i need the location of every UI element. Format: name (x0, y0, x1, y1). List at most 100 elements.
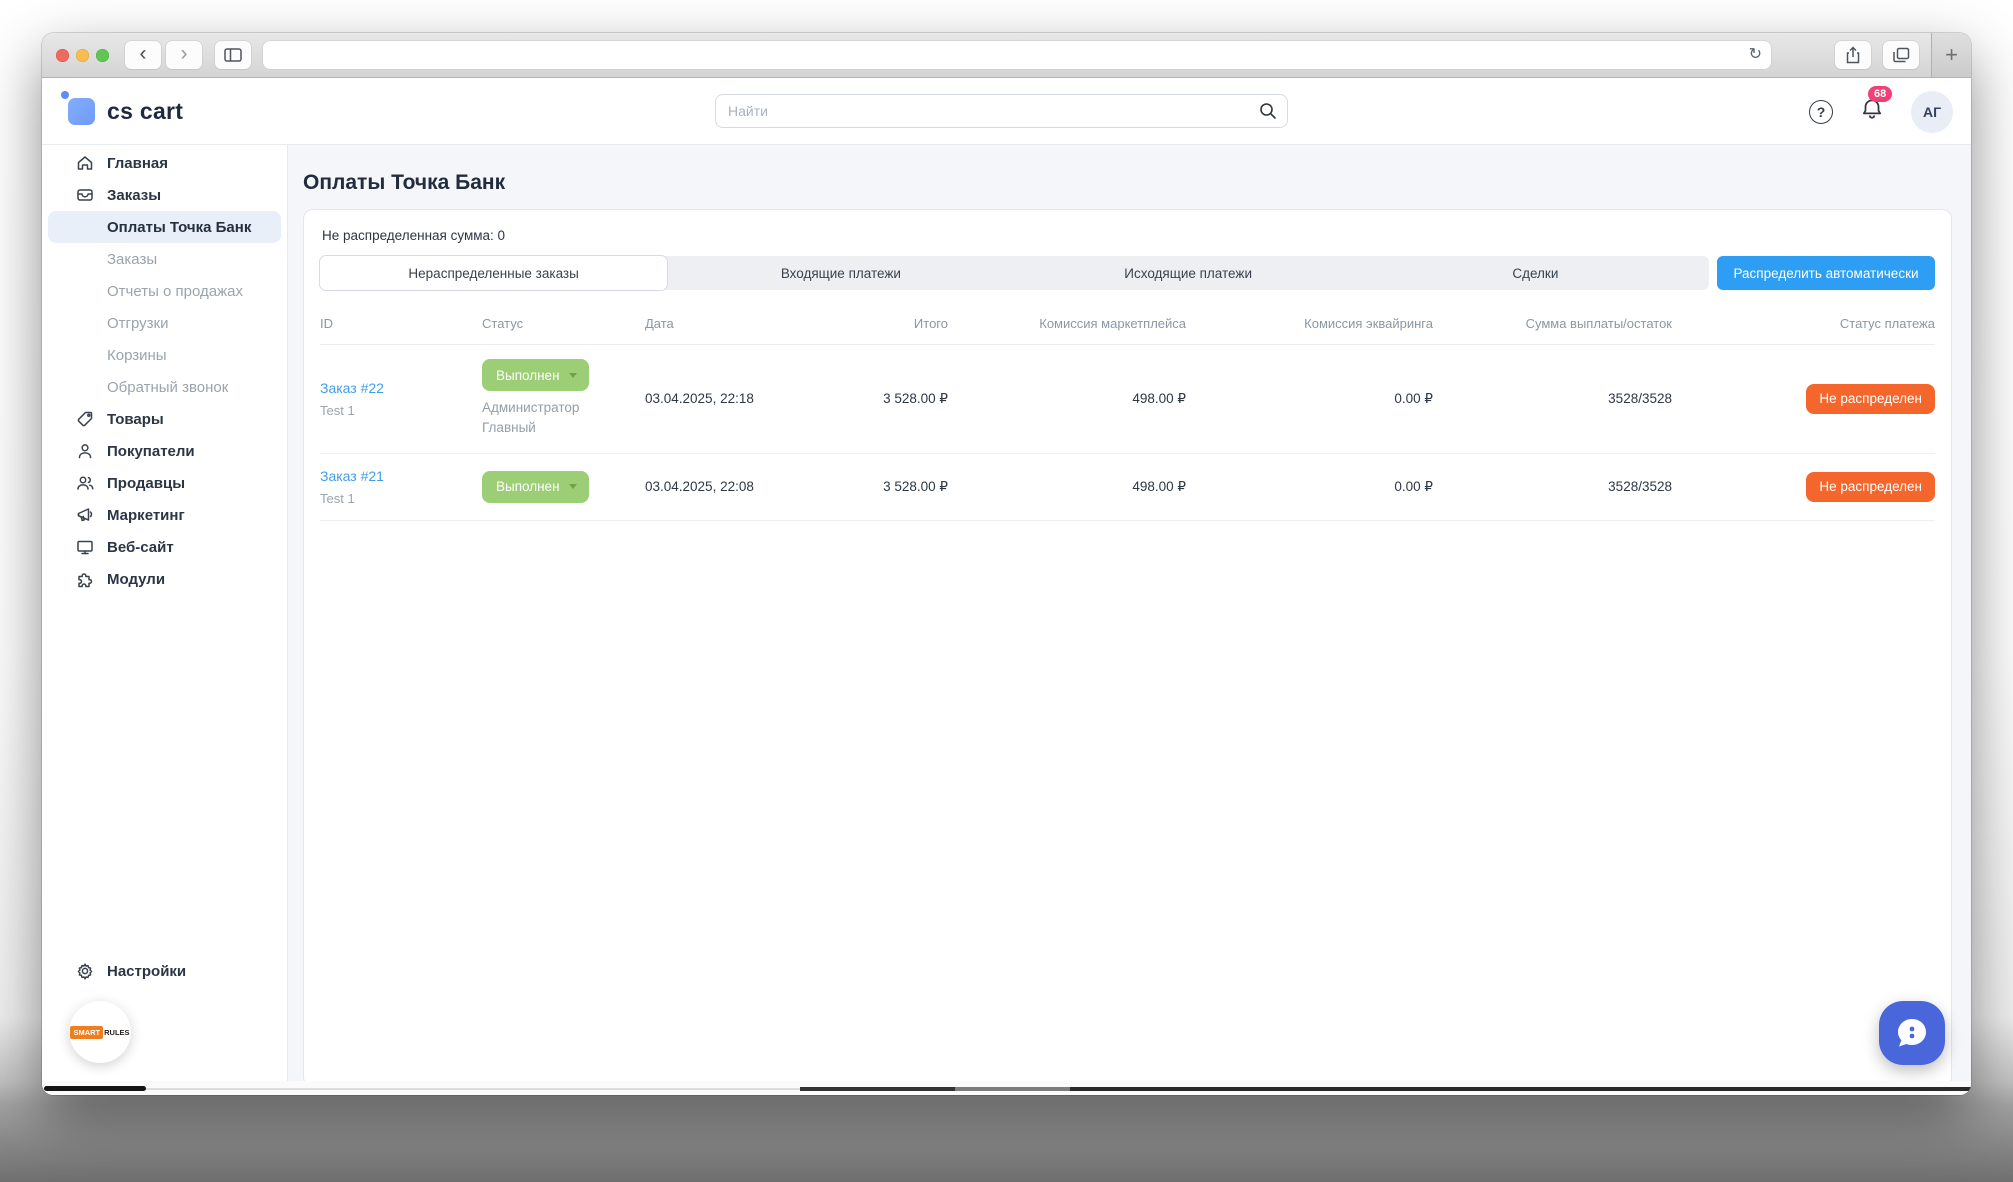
cs-cart-logo[interactable]: cs cart (68, 98, 183, 125)
chevron-right-icon: › (181, 43, 188, 64)
browser-titlebar: ‹ › ↻ + (42, 33, 1971, 78)
tabs-overview-button[interactable] (1883, 41, 1919, 69)
page-title: Оплаты Точка Банк (303, 171, 1952, 195)
avatar[interactable]: АГ (1911, 91, 1953, 133)
horizontal-scrollbar-thumb[interactable] (44, 1086, 146, 1091)
marketplace-fee: 498.00 ₽ (948, 453, 1186, 520)
smartrules-logo[interactable]: SMART RULES (69, 1001, 131, 1063)
customer-name: Test 1 (320, 403, 482, 418)
minimize-window-button[interactable] (76, 49, 89, 62)
column-header-payment-status: Статус платежа (1672, 310, 1935, 345)
tab-deals[interactable]: Сделки (1362, 256, 1709, 290)
puzzle-icon (75, 569, 95, 589)
sidebar-item-callback[interactable]: Обратный звонок (42, 371, 287, 403)
megaphone-icon (75, 505, 95, 525)
chevron-left-icon: ‹ (140, 43, 147, 64)
order-link[interactable]: Заказ #22 (320, 380, 384, 396)
tabs-icon (1893, 47, 1910, 63)
global-search (715, 94, 1288, 128)
smartrules-logo-smart: SMART (70, 1026, 103, 1039)
sidebar-item-customers[interactable]: Покупатели (42, 435, 287, 467)
plus-icon: + (1945, 42, 1958, 68)
window-controls (56, 49, 109, 62)
sidebar-panel-icon (224, 48, 242, 62)
sidebar-item-shipments[interactable]: Отгрузки (42, 307, 287, 339)
sidebar-item-orders[interactable]: Заказы (42, 179, 287, 211)
column-header-id: ID (320, 310, 482, 345)
tab-outgoing-payments[interactable]: Исходящие платежи (1015, 256, 1362, 290)
forward-button[interactable]: › (166, 41, 202, 69)
sidebar-item-settings[interactable]: Настройки (42, 955, 287, 987)
order-date: 03.04.2025, 22:18 (645, 345, 823, 454)
controls-row: Нераспределенные заказы Входящие платежи… (320, 256, 1935, 290)
sidebar-item-carts[interactable]: Корзины (42, 339, 287, 371)
new-tab-button[interactable]: + (1931, 33, 1971, 77)
column-header-status: Статус (482, 310, 645, 345)
column-header-payout-balance: Сумма выплаты/остаток (1433, 310, 1672, 345)
column-header-acquiring-fee: Комиссия эквайринга (1186, 310, 1433, 345)
sidebar: Главная Заказы Оплаты Точка Банк Заказы … (42, 145, 288, 1081)
back-button[interactable]: ‹ (125, 41, 161, 69)
sidebar-item-modules[interactable]: Модули (42, 563, 287, 595)
cs-cart-app: cs cart ? 68 АГ Главная (42, 78, 1971, 1081)
tab-unallocated-orders[interactable]: Нераспределенные заказы (320, 256, 667, 290)
close-window-button[interactable] (56, 49, 69, 62)
sidebar-item-sales-reports[interactable]: Отчеты о продажах (42, 275, 287, 307)
sidebar-item-marketing[interactable]: Маркетинг (42, 499, 287, 531)
search-input[interactable] (715, 94, 1288, 128)
gear-icon (75, 961, 95, 981)
sidebar-item-products[interactable]: Товары (42, 403, 287, 435)
caret-down-icon (569, 484, 577, 489)
address-bar[interactable]: ↻ (263, 41, 1771, 69)
column-header-marketplace-fee: Комиссия маркетплейса (948, 310, 1186, 345)
table-row: Заказ #21 Test 1 Выполнен 03.04.2025 (320, 453, 1935, 520)
share-button[interactable] (1835, 41, 1871, 69)
reload-icon[interactable]: ↻ (1749, 44, 1762, 64)
zoom-window-button[interactable] (96, 49, 109, 62)
home-icon (75, 153, 95, 173)
tag-icon (75, 409, 95, 429)
sidebar-item-website[interactable]: Веб-сайт (42, 531, 287, 563)
sidebar-item-home[interactable]: Главная (42, 147, 287, 179)
payment-status-badge[interactable]: Не распределен (1806, 384, 1935, 414)
app-header: cs cart ? 68 АГ (42, 78, 1971, 145)
table-row: Заказ #22 Test 1 Выполнен Администратор … (320, 345, 1935, 454)
sidebar-toggle-button[interactable] (215, 41, 251, 69)
toolbar-right (1835, 41, 1919, 69)
payout-balance: 3528/3528 (1433, 345, 1672, 454)
sidebar-item-tochka-bank-payments[interactable]: Оплаты Точка Банк (48, 211, 281, 243)
caret-down-icon (569, 373, 577, 378)
customer-name: Test 1 (320, 491, 482, 506)
order-status-dropdown[interactable]: Выполнен (482, 471, 589, 503)
distribute-automatically-button[interactable]: Распределить автоматически (1717, 256, 1935, 290)
acquiring-fee: 0.00 ₽ (1186, 453, 1433, 520)
smartrules-logo-rules: RULES (104, 1028, 129, 1037)
share-icon (1845, 46, 1861, 64)
sidebar-item-orders-sub[interactable]: Заказы (42, 243, 287, 275)
payments-table: ID Статус Дата Итого Комиссия маркетплей… (320, 310, 1935, 521)
order-total: 3 528.00 ₽ (823, 345, 948, 454)
sidebar-item-vendors[interactable]: Продавцы (42, 467, 287, 499)
marketplace-fee: 498.00 ₽ (948, 345, 1186, 454)
inbox-icon (75, 185, 95, 205)
acquiring-fee: 0.00 ₽ (1186, 345, 1433, 454)
payment-status-badge[interactable]: Не распределен (1806, 472, 1935, 502)
column-header-date: Дата (645, 310, 823, 345)
notifications-button[interactable]: 68 (1859, 96, 1885, 127)
cs-cart-logo-icon (68, 98, 95, 125)
order-link[interactable]: Заказ #21 (320, 468, 384, 484)
help-icon[interactable]: ? (1809, 100, 1833, 124)
users-icon (75, 473, 95, 493)
order-status-dropdown[interactable]: Выполнен (482, 359, 589, 391)
cs-cart-logo-text: cs cart (107, 98, 183, 125)
status-author: Администратор Главный (482, 398, 600, 439)
main-content: Оплаты Точка Банк Не распределенная сумм… (288, 145, 1971, 1081)
chat-widget-button[interactable] (1879, 1001, 1945, 1065)
browser-window: ‹ › ↻ + cs cart (42, 33, 1971, 1095)
column-header-total: Итого (823, 310, 948, 345)
tab-incoming-payments[interactable]: Входящие платежи (667, 256, 1014, 290)
search-icon[interactable] (1259, 102, 1277, 120)
chat-bubble-icon (1894, 1015, 1930, 1051)
tab-bar: Нераспределенные заказы Входящие платежи… (320, 256, 1709, 290)
unallocated-sum-label: Не распределенная сумма: 0 (322, 228, 1935, 243)
